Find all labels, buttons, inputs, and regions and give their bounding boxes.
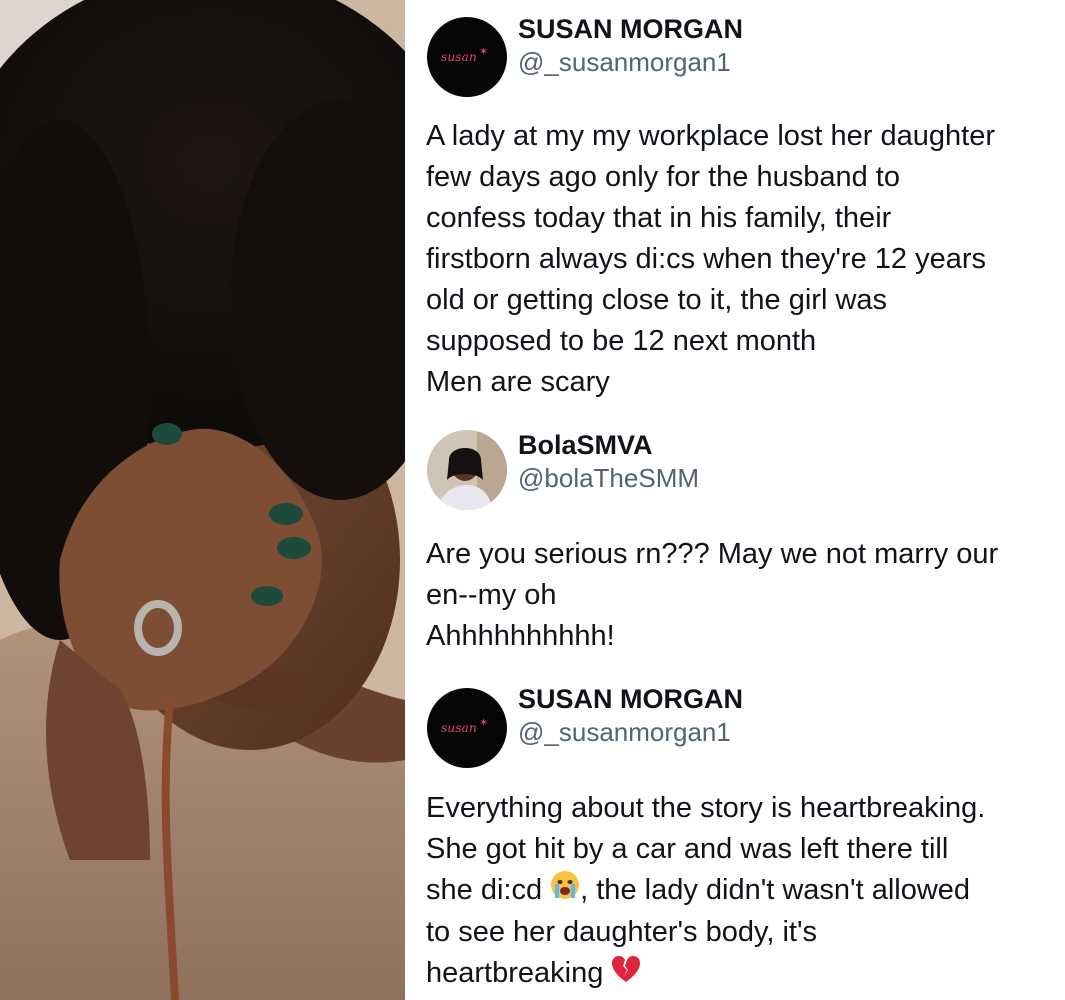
profile-photo-icon [427, 430, 507, 510]
tweet-text: Everything about the story is heartbreak… [426, 788, 1046, 995]
avatar[interactable]: susan ✶ [427, 688, 507, 768]
tweet-author-name[interactable]: BolaSMVA [518, 430, 653, 461]
avatar[interactable] [427, 430, 507, 510]
tweet-author-name[interactable]: SUSAN MORGAN [518, 14, 743, 45]
woman-covering-face-photo [0, 0, 405, 1000]
logo-mark-icon: ✶ [479, 46, 489, 58]
avatar-logo-text: susan [441, 721, 477, 735]
tweet-text-line: to see her daughter's body, it's [426, 916, 817, 949]
tweet-text-line: few days ago only for the husband to [426, 161, 900, 193]
tweet-text-line: firstborn always di:cs when they're 12 y… [426, 243, 987, 275]
tweet-author-handle[interactable]: @_susanmorgan1 [518, 47, 731, 78]
tweet-text-segment: she di:cd [426, 874, 543, 906]
tweet-text-line: confess today that in his family, their [426, 202, 892, 234]
tweet-text: Are you serious rn??? May we not marry o… [426, 534, 1046, 657]
tweets-panel: susan ✶ SUSAN MORGAN @_susanmorgan1 A la… [405, 0, 1065, 1000]
tweet-text: A lady at my my workplace lost her daugh… [426, 116, 1046, 403]
tweet-text-line: supposed to be 12 next month [426, 325, 817, 357]
tweet-author-handle[interactable]: @_susanmorgan1 [518, 717, 731, 748]
tweet-text-line: Men are scary [426, 366, 610, 398]
tweet-text-segment: heartbreaking [426, 957, 604, 990]
avatar-logo-text: susan [441, 50, 477, 64]
tweet-author-handle[interactable]: @bolaTheSMM [518, 463, 699, 494]
tweet-author-name[interactable]: SUSAN MORGAN [518, 684, 743, 715]
tweet-text-line: Ahhhhhhhhhh! [426, 620, 615, 652]
tweet-text-line: old or getting close to it, the girl was [426, 284, 888, 316]
tweet-text-line: she di:cd , the lady didn't wasn't allow… [426, 870, 1046, 912]
tweet-text-line: en--my oh [426, 579, 557, 611]
avatar[interactable]: susan ✶ [427, 17, 507, 97]
tweet-text-line: A lady at my my workplace lost her daugh… [426, 120, 995, 152]
loudly-crying-face-icon [550, 870, 580, 912]
tweet-text-line: She got hit by a car and was left there … [426, 833, 949, 865]
tweet-text-line: Are you serious rn??? May we not marry o… [426, 538, 999, 570]
logo-mark-icon: ✶ [479, 717, 489, 729]
tweet-text-line: Everything about the story is heartbreak… [426, 792, 986, 824]
tweet-text-segment: , the lady didn't wasn't allowed [580, 874, 971, 906]
broken-heart-icon [611, 954, 641, 995]
tweet-text-line: heartbreaking [426, 953, 1046, 995]
